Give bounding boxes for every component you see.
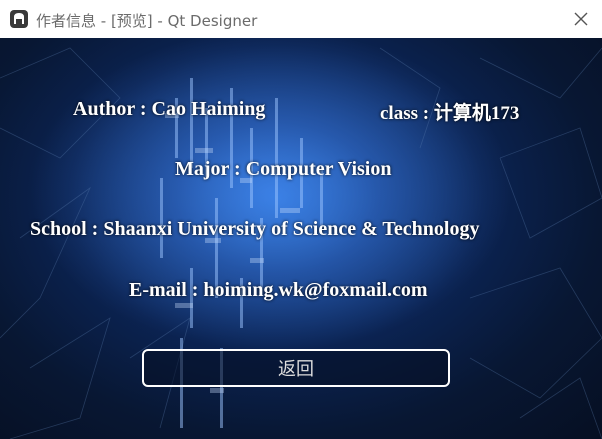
close-button[interactable] [568,6,594,32]
author-label: Author : Cao Haiming [73,98,266,120]
author-info-panel: Author : Cao Haiming class : 计算机173 Majo… [0,38,602,439]
school-label: School : Shaanxi University of Science &… [30,218,480,240]
qt-designer-icon [9,9,29,29]
close-icon [574,12,588,26]
title-bar: 作者信息 - [预览] - Qt Designer [0,0,602,38]
designer-preview-window: 作者信息 - [预览] - Qt Designer Author: Cao H… [0,0,602,439]
back-button[interactable]: 返回 [142,349,450,387]
class-label: class : 计算机173 [380,103,520,124]
major-label: Major : Computer Vision [175,158,392,180]
window-title: 作者信息 - [预览] - Qt Designer [36,12,258,30]
email-label: E-mail : hoiming.wk@foxmail.com [129,279,428,301]
